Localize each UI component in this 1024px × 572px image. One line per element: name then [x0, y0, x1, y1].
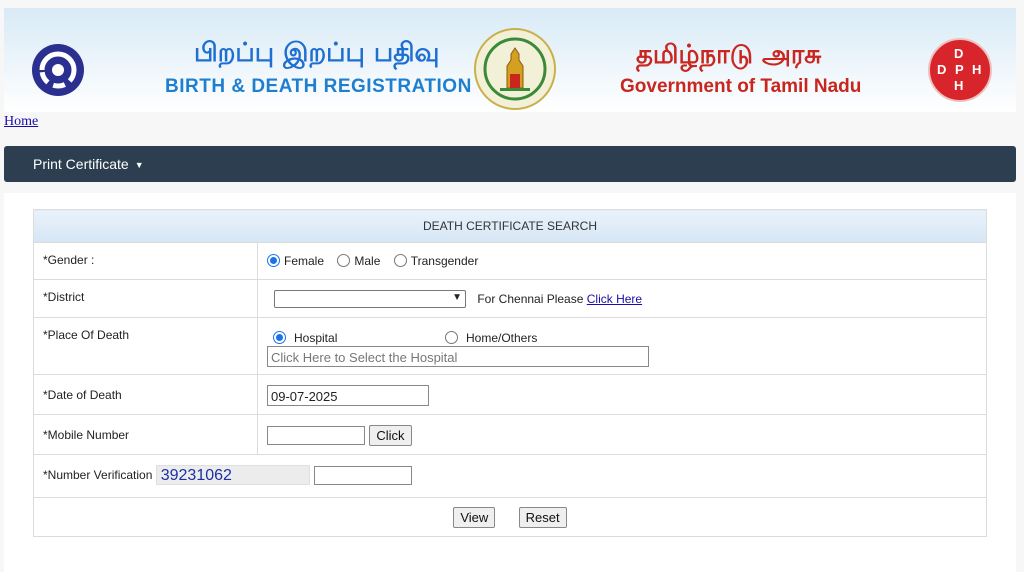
radio-selected-icon[interactable] — [267, 254, 280, 268]
place-option-hospital[interactable]: Hospital — [273, 330, 347, 345]
mobile-number-field: Click — [257, 414, 987, 455]
print-certificate-menu[interactable]: Print Certificate ▼ — [33, 156, 144, 172]
place-of-death-label: *Place Of Death — [33, 317, 258, 375]
print-certificate-label: Print Certificate — [33, 156, 129, 172]
title-english: BIRTH & DEATH REGISTRATION — [165, 76, 472, 97]
verification-input[interactable] — [314, 465, 413, 485]
government-title-english: Government of Tamil Nadu — [620, 76, 862, 97]
gender-option-female[interactable]: Female — [267, 253, 337, 268]
action-buttons-row: View Reset — [33, 497, 987, 537]
search-panel: DEATH CERTIFICATE SEARCH *Gender : Femal… — [4, 193, 1016, 572]
mobile-number-label: *Mobile Number — [33, 414, 258, 455]
home-link[interactable]: Home — [4, 114, 38, 130]
hospital-select-input[interactable]: Click Here to Select the Hospital — [267, 346, 649, 367]
dph-letter: H — [954, 78, 964, 93]
caret-down-icon: ▼ — [134, 160, 144, 171]
chevron-down-icon: ▼ — [452, 292, 462, 303]
date-of-death-label: *Date of Death — [33, 374, 258, 415]
reset-button[interactable]: Reset — [518, 507, 567, 528]
death-certificate-form: DEATH CERTIFICATE SEARCH *Gender : Femal… — [33, 209, 987, 537]
mobile-number-input[interactable] — [267, 426, 365, 445]
date-of-death-input[interactable]: 09-07-2025 — [267, 385, 429, 406]
place-option-label: Hospital — [294, 330, 338, 345]
radio-icon[interactable] — [393, 254, 407, 268]
top-navbar: Print Certificate ▼ — [4, 146, 1016, 182]
gender-field: Female Male Transgender — [257, 242, 987, 280]
government-title-tamil: தமிழ்நாடு அரசு — [636, 40, 822, 70]
tamil-nadu-emblem-icon — [474, 28, 556, 110]
gender-option-label: Female — [284, 253, 325, 268]
gender-option-label: Male — [354, 253, 381, 268]
number-verification-label: *Number Verification — [43, 468, 153, 482]
chennai-click-here-link[interactable]: Click Here — [587, 292, 642, 306]
place-option-home-others[interactable]: Home/Others — [445, 330, 547, 345]
date-of-death-field: 09-07-2025 — [257, 374, 987, 415]
place-option-label: Home/Others — [466, 330, 538, 345]
number-verification-row: *Number Verification 39231062 — [33, 454, 987, 498]
registration-logo-icon — [32, 44, 84, 96]
mobile-click-button[interactable]: Click — [369, 425, 412, 446]
radio-icon[interactable] — [445, 331, 458, 345]
district-field: ▼ For Chennai Please Click Here — [257, 279, 987, 318]
radio-selected-icon[interactable] — [273, 331, 286, 345]
header-banner: பிறப்பு இறப்பு பதிவு BIRTH & DEATH REGIS… — [4, 8, 1016, 112]
dph-letter: D — [954, 46, 964, 61]
form-heading: DEATH CERTIFICATE SEARCH — [33, 209, 987, 243]
dph-letter: D — [937, 62, 947, 77]
chennai-text: For Chennai Please — [477, 292, 584, 306]
dph-logo-icon: D D P H H — [928, 38, 992, 102]
dph-letter: P — [955, 62, 964, 77]
view-button[interactable]: View — [453, 507, 496, 528]
gender-option-label: Transgender — [410, 253, 479, 268]
gender-option-male[interactable]: Male — [337, 253, 393, 268]
district-label: *District — [33, 279, 258, 318]
captcha-number: 39231062 — [155, 465, 310, 485]
radio-icon[interactable] — [337, 254, 351, 268]
place-of-death-field: Hospital Home/Others Click Here to Selec… — [257, 317, 987, 375]
gender-option-transgender[interactable]: Transgender — [393, 253, 489, 268]
title-tamil: பிறப்பு இறப்பு பதிவு — [194, 38, 440, 68]
district-select[interactable]: ▼ — [274, 290, 466, 308]
dph-letter: H — [972, 62, 982, 77]
gender-label: *Gender : — [33, 242, 258, 280]
